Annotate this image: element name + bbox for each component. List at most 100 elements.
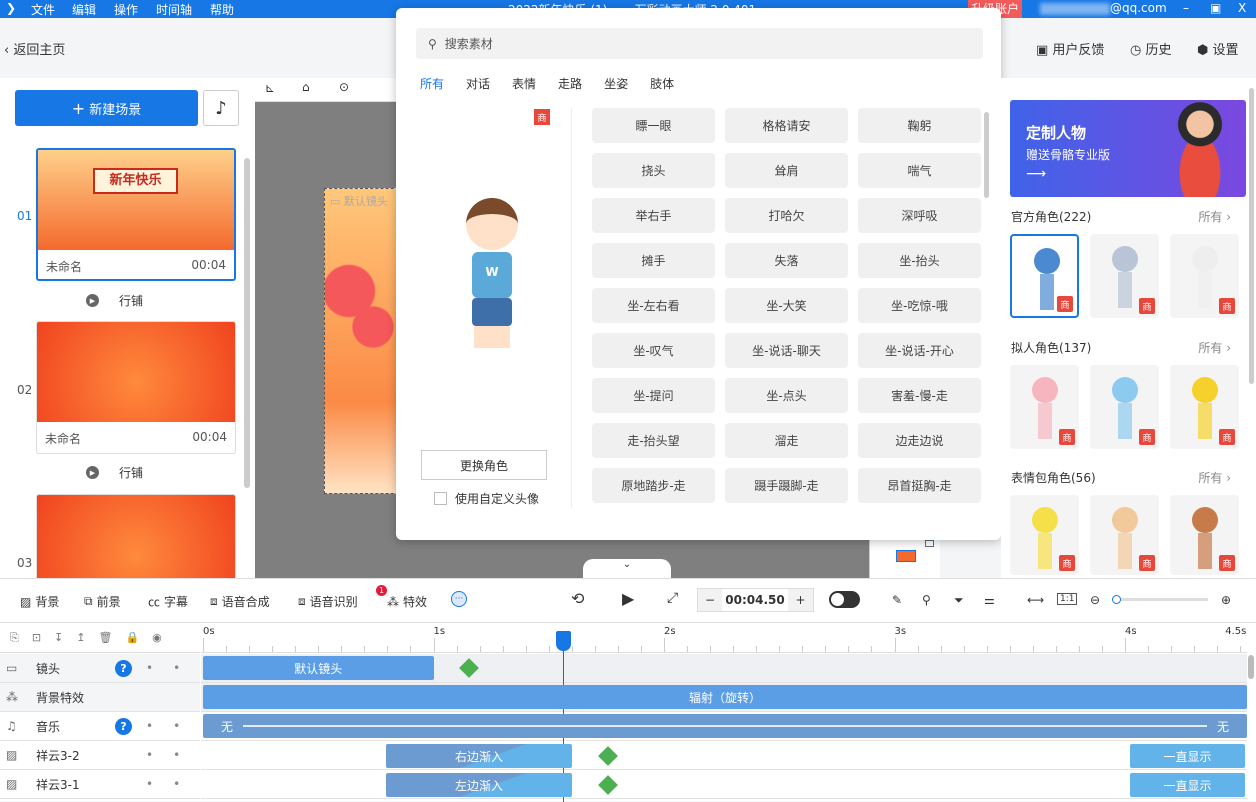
zoom-slider[interactable]	[1112, 595, 1208, 604]
feedback-button[interactable]: ▣ 用户反馈	[1036, 39, 1104, 58]
library-scrollbar[interactable]	[1249, 88, 1254, 384]
action-item[interactable]: 失落	[725, 243, 848, 278]
track-header[interactable]: ▭ 镜头? ••	[0, 654, 200, 683]
menu-operate[interactable]: 操作	[114, 1, 138, 18]
stage-frame[interactable]: ▭ 默认镜头	[324, 188, 405, 494]
toggle-switch[interactable]	[829, 591, 860, 608]
persist-clip[interactable]: 一直显示	[1130, 744, 1245, 768]
scene-card-3[interactable]	[36, 494, 236, 584]
character-card[interactable]: 商	[1170, 495, 1239, 575]
play-icon[interactable]: ▶	[622, 589, 634, 608]
track-header[interactable]: ▨ 祥云3-1 ••	[0, 770, 200, 799]
tab-body[interactable]: 肢体	[650, 75, 674, 92]
track-lane[interactable]	[201, 770, 1247, 799]
action-item[interactable]: 摊手	[592, 243, 715, 278]
menu-help[interactable]: 帮助	[210, 1, 234, 18]
action-scrollbar[interactable]	[984, 112, 989, 198]
track-options[interactable]: ••	[146, 777, 200, 791]
action-item[interactable]: 坐-叹气	[592, 333, 715, 368]
action-item[interactable]: 挠头	[592, 153, 715, 188]
back-home-button[interactable]: ‹ 返回主页	[4, 39, 65, 58]
replay-icon[interactable]: ⟲	[571, 589, 584, 608]
action-item[interactable]: 鞠躬	[858, 108, 981, 143]
character-card[interactable]: 商	[1010, 234, 1079, 318]
action-item[interactable]: 格格请安	[725, 108, 848, 143]
action-item[interactable]: 溜走	[725, 423, 848, 458]
speech-recognition-button[interactable]: ⧈ 语音识别	[298, 593, 358, 610]
action-item[interactable]: 坐-左右看	[592, 288, 715, 323]
see-all-link[interactable]: 所有 ›	[1198, 208, 1231, 225]
change-role-button[interactable]: 更换角色	[421, 450, 547, 480]
scene-transition[interactable]: ▶ 行铺	[86, 292, 143, 309]
enter-animation-clip[interactable]: 右边渐入	[386, 744, 572, 768]
trash-icon[interactable]: 🗑	[98, 631, 112, 652]
action-item[interactable]: 坐-说话-聊天	[725, 333, 848, 368]
time-input[interactable]: 00:04.50	[722, 589, 788, 611]
background-effect-clip[interactable]: 辐射（旋转）	[203, 685, 1247, 709]
action-item[interactable]: 打哈欠	[725, 198, 848, 233]
action-item[interactable]: 原地踏步-走	[592, 468, 715, 503]
timeline-scrollbar[interactable]	[1248, 655, 1254, 679]
action-item[interactable]: 坐-提问	[592, 378, 715, 413]
track-options[interactable]: ••	[146, 748, 200, 762]
action-item[interactable]: 耸肩	[725, 153, 848, 188]
track-lane[interactable]	[201, 741, 1247, 770]
action-item[interactable]: 喘气	[858, 153, 981, 188]
search-input[interactable]: ⚲ 搜索素材	[416, 28, 983, 59]
zoom-in-icon[interactable]: ⊕	[1221, 593, 1231, 607]
menu-timeline[interactable]: 时间轴	[156, 1, 192, 18]
camera-clip[interactable]: 默认镜头	[203, 656, 434, 680]
filter-icon[interactable]: ⏷	[954, 593, 964, 608]
persist-clip[interactable]: 一直显示	[1130, 773, 1245, 797]
fullscreen-icon[interactable]: ⤢	[667, 590, 678, 606]
help-icon[interactable]: ?	[115, 659, 132, 677]
see-all-link[interactable]: 所有 ›	[1198, 339, 1231, 356]
action-item[interactable]: 瞟一眼	[592, 108, 715, 143]
move-down-icon[interactable]: ↧	[54, 631, 63, 652]
custom-character-banner[interactable]: 定制人物 赠送骨骼专业版 ⟶	[1010, 100, 1246, 197]
music-clip[interactable]: 无无	[203, 714, 1247, 738]
settings-button[interactable]: ⬢ 设置	[1197, 39, 1239, 58]
track-header[interactable]: ▨ 祥云3-2 ••	[0, 741, 200, 770]
more-icon[interactable]: ···	[451, 591, 467, 607]
marker-icon[interactable]: ⚲	[922, 593, 931, 607]
menu-file[interactable]: 文件	[31, 1, 55, 18]
minus-button[interactable]: −	[698, 593, 722, 607]
action-item[interactable]: 蹑手蹑脚-走	[725, 468, 848, 503]
collapse-toggle[interactable]: ⌄	[583, 559, 671, 578]
tab-expression[interactable]: 表情	[512, 75, 536, 92]
character-card[interactable]: 商	[1090, 234, 1159, 318]
character-card[interactable]: 商	[1010, 365, 1079, 449]
see-all-link[interactable]: 所有 ›	[1198, 469, 1231, 486]
tab-sit[interactable]: 坐姿	[604, 75, 628, 92]
ruler-icon[interactable]: ⊾	[265, 81, 275, 95]
zoom-out-icon[interactable]: ⊖	[1090, 593, 1100, 607]
character-card[interactable]: 商	[1170, 365, 1239, 449]
effects-button[interactable]: ⁂ 特效	[387, 593, 427, 610]
track-options[interactable]: ••	[146, 719, 200, 733]
sliders-icon[interactable]: ⚌	[984, 593, 995, 607]
enter-animation-clip[interactable]: 左边渐入	[386, 773, 572, 797]
scene-card-1[interactable]: 新年快乐 未命名 00:04	[36, 148, 236, 281]
lock-icon[interactable]: 🔒	[125, 631, 139, 652]
custom-avatar-checkbox[interactable]: 使用自定义头像	[434, 490, 539, 507]
close-button[interactable]: X	[1238, 1, 1246, 15]
tab-walk[interactable]: 走路	[558, 75, 582, 92]
scene-transition[interactable]: ▶ 行铺	[86, 464, 143, 481]
action-item[interactable]: 坐-大笑	[725, 288, 848, 323]
music-button[interactable]: ♪	[203, 90, 239, 126]
character-card[interactable]: 商	[1090, 495, 1159, 575]
menu-edit[interactable]: 编辑	[72, 1, 96, 18]
scene-card-2[interactable]: 未命名 00:04	[36, 321, 236, 454]
action-item[interactable]: 害羞-慢-走	[858, 378, 981, 413]
help-icon[interactable]: ?	[115, 717, 132, 735]
track-options[interactable]: ••	[146, 661, 200, 675]
action-item[interactable]: 昂首挺胸-走	[858, 468, 981, 503]
tab-dialogue[interactable]: 对话	[466, 75, 490, 92]
add-folder-icon[interactable]: ⊡	[32, 631, 41, 652]
background-button[interactable]: ▨ 背景	[20, 593, 59, 610]
track-header[interactable]: ⁂ 背景特效	[0, 683, 200, 712]
new-scene-button[interactable]: + 新建场景	[15, 90, 198, 126]
action-item[interactable]: 坐-吃惊-哦	[858, 288, 981, 323]
action-item[interactable]: 边走边说	[858, 423, 981, 458]
